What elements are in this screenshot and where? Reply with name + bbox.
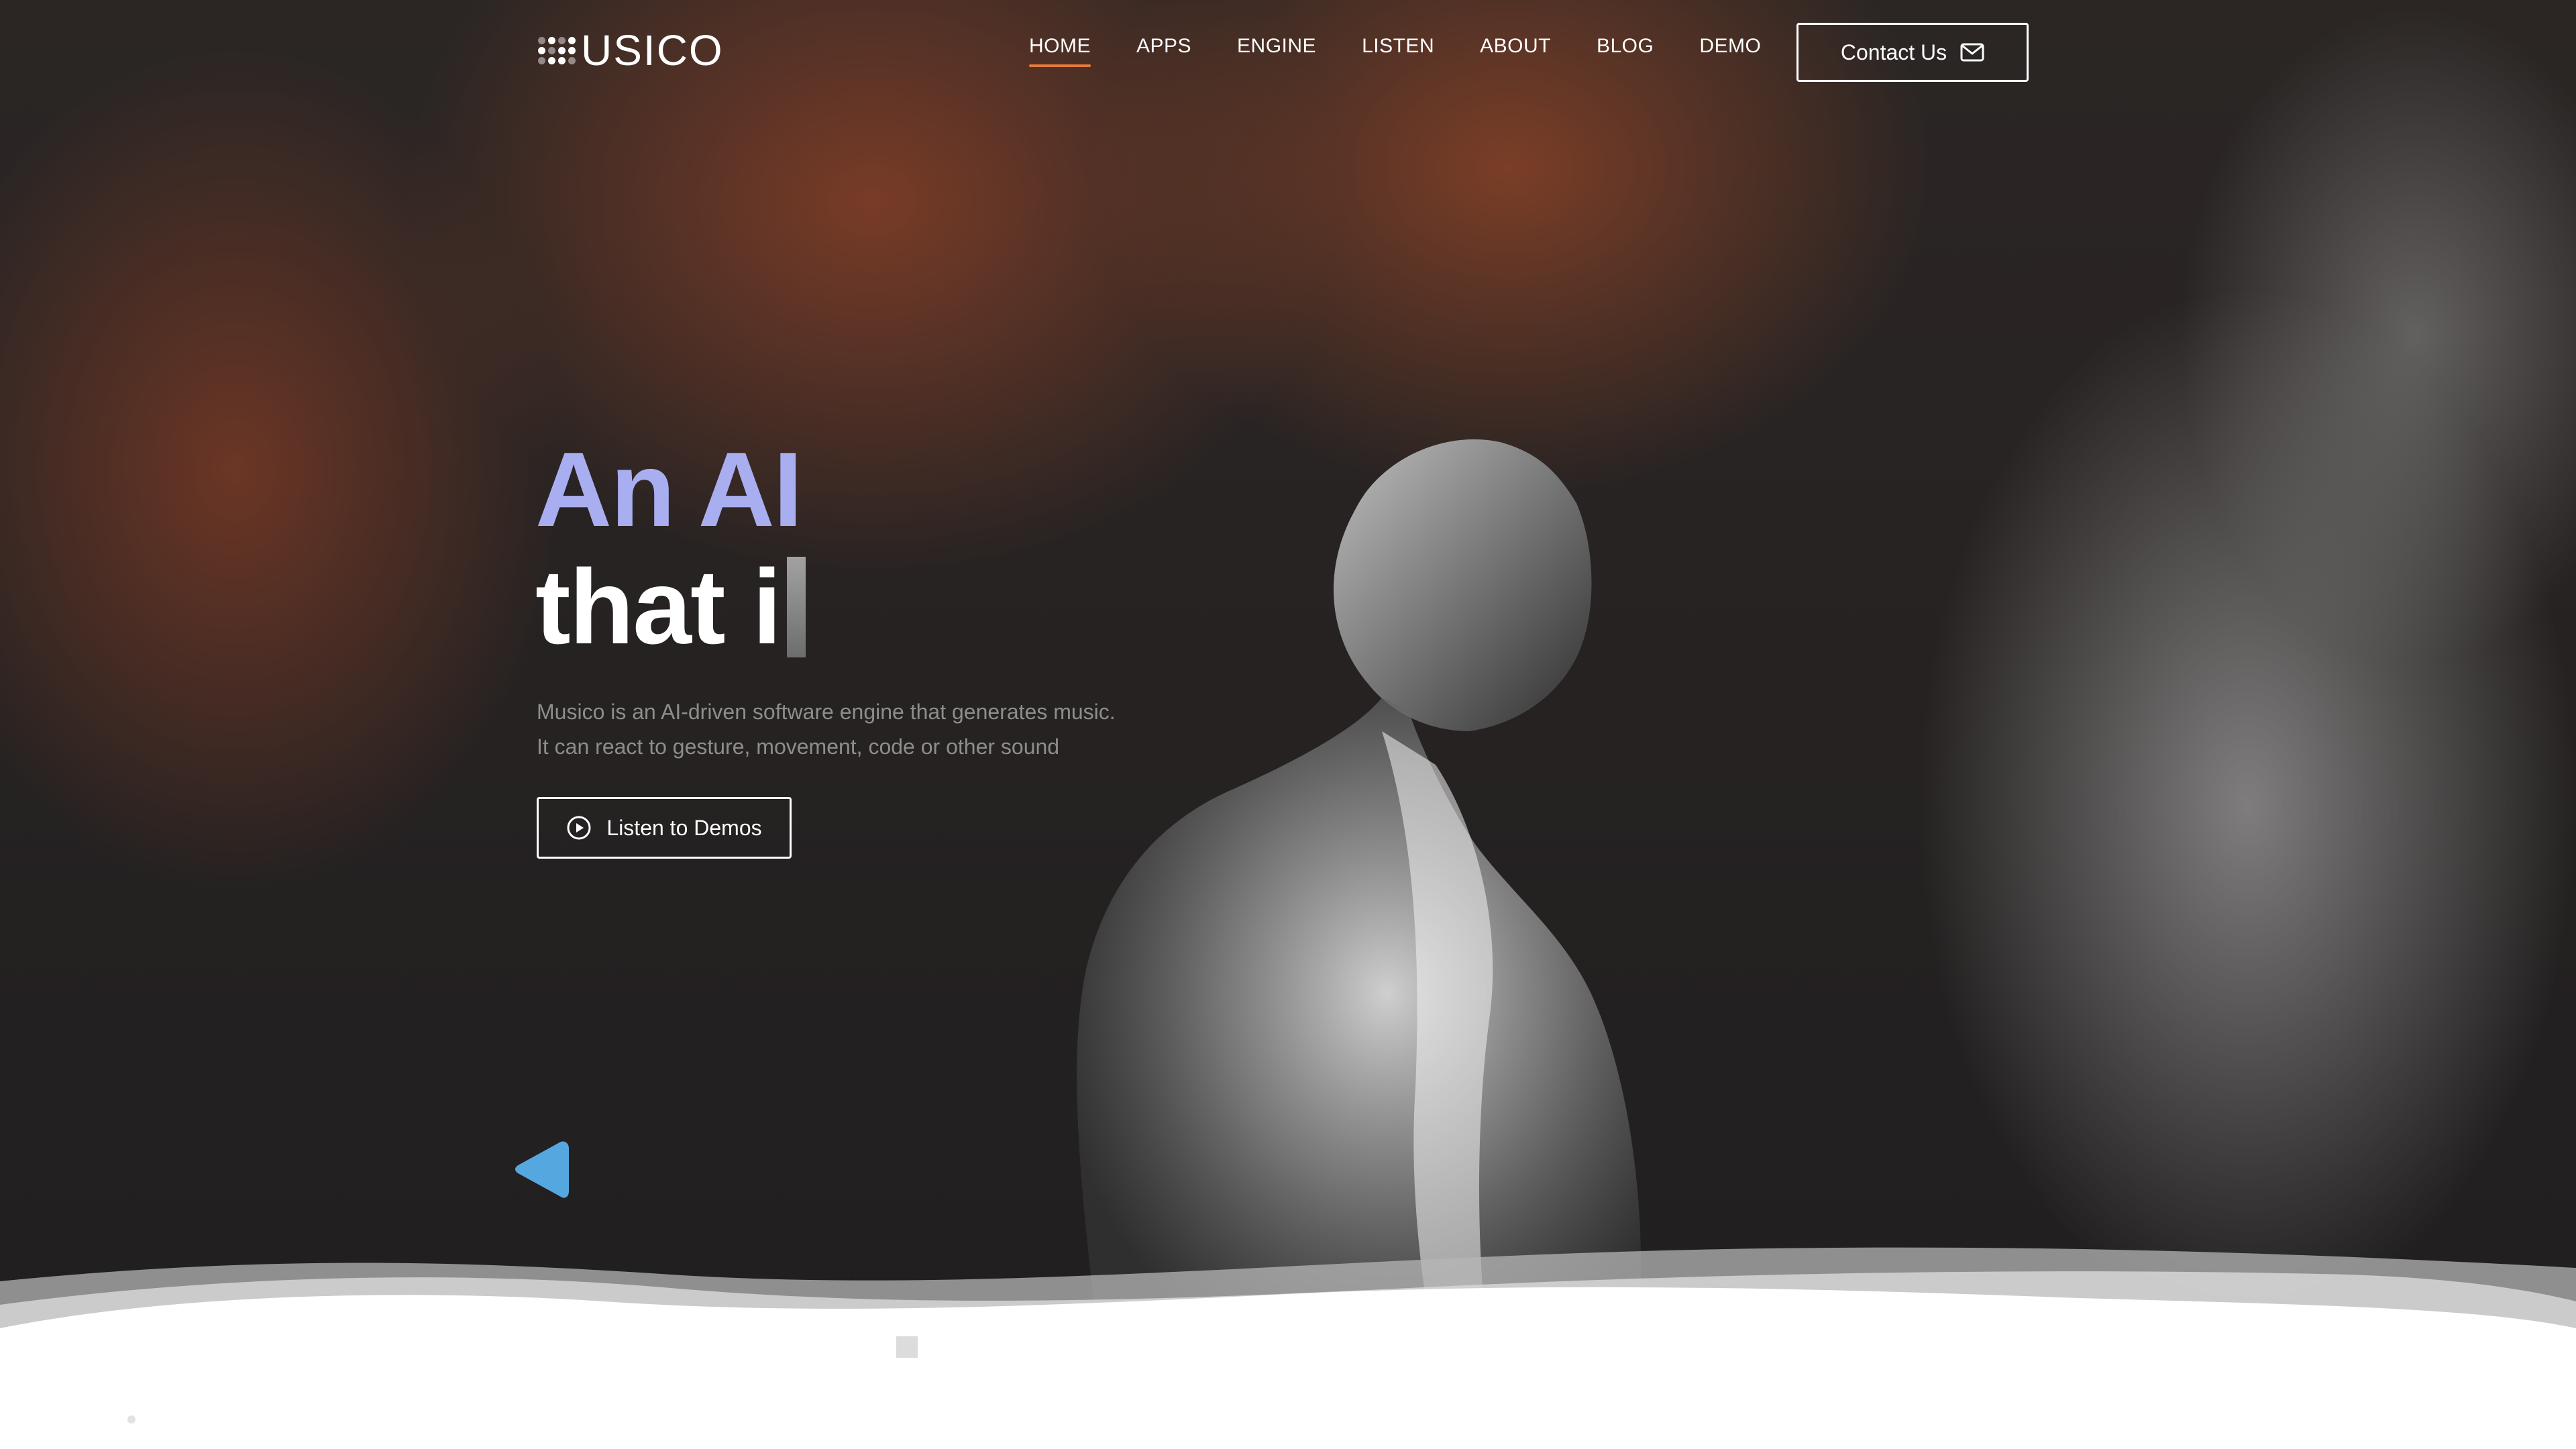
play-circle-icon <box>567 816 591 840</box>
hero-headline-line1: An AI <box>535 431 803 549</box>
typing-caret <box>787 557 806 657</box>
hero-headline-line2: that i <box>535 547 806 667</box>
nav-item-listen[interactable]: LISTEN <box>1362 35 1434 67</box>
decorative-dot <box>127 1415 136 1424</box>
nav-item-about[interactable]: ABOUT <box>1480 35 1551 67</box>
nav-item-blog[interactable]: BLOG <box>1597 35 1654 67</box>
contact-us-button[interactable]: Contact Us <box>1796 23 2029 82</box>
nav-item-engine[interactable]: ENGINE <box>1237 35 1316 67</box>
hero-description: Musico is an AI-driven software engine t… <box>537 694 1275 764</box>
nav-item-demo[interactable]: DEMO <box>1699 35 1761 67</box>
hero-description-line2: It can react to gesture, movement, code … <box>537 735 1060 759</box>
hero-background-figure <box>1077 439 1642 1355</box>
nav-item-home[interactable]: HOME <box>1029 35 1091 67</box>
main-nav: HOME APPS ENGINE LISTEN ABOUT BLOG DEMO <box>1029 35 1761 67</box>
hero-section: USICO HOME APPS ENGINE LISTEN ABOUT BLOG… <box>0 0 2576 1449</box>
envelope-icon <box>1960 43 1984 62</box>
nav-item-apps[interactable]: APPS <box>1136 35 1191 67</box>
dot-grid-logo-icon <box>538 36 576 64</box>
brand-logo[interactable]: USICO <box>538 26 724 74</box>
hero-headline-typed-text: that i <box>535 548 782 666</box>
decorative-square <box>896 1336 918 1358</box>
triangle-left-icon[interactable] <box>513 1138 572 1201</box>
brand-name: USICO <box>581 26 724 74</box>
contact-us-label: Contact Us <box>1840 40 1947 64</box>
listen-to-demos-label: Listen to Demos <box>606 815 762 840</box>
hero-description-line1: Musico is an AI-driven software engine t… <box>537 700 1116 724</box>
bottom-wave-divider <box>0 1247 2576 1449</box>
listen-to-demos-button[interactable]: Listen to Demos <box>537 797 792 859</box>
